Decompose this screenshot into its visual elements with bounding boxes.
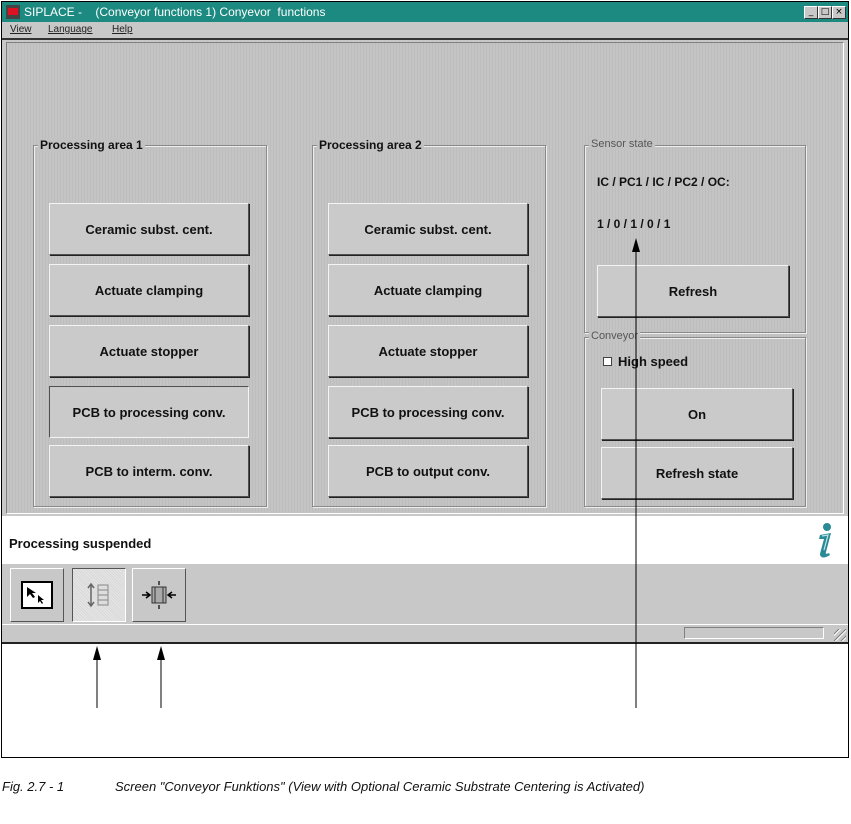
annotation-arrows [93, 238, 640, 708]
arrowhead-sensor-state [632, 238, 640, 252]
caption-text: Screen "Conveyor Funktions" (View with O… [115, 779, 645, 794]
figure-caption: Fig. 2.7 - 1 Screen "Conveyor Funktions"… [2, 779, 644, 824]
arrowhead-conveyor-tool [93, 646, 101, 660]
arrowhead-ceramic-tool [157, 646, 165, 660]
caption-label: Fig. 2.7 - 1 [2, 779, 65, 794]
